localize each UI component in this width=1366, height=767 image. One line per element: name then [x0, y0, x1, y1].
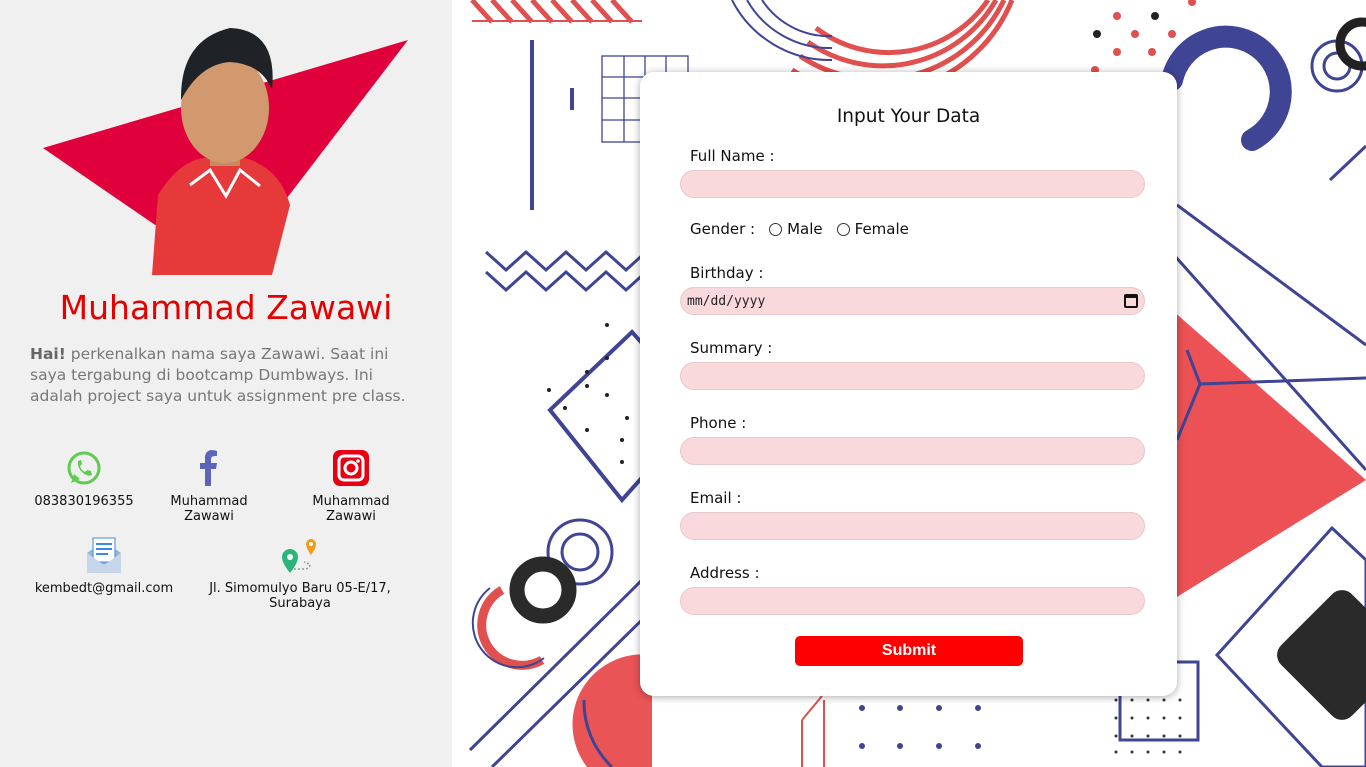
- birthday-label: Birthday :: [690, 264, 764, 282]
- profile-photo: [40, 20, 412, 280]
- phone-label: Phone :: [690, 414, 747, 432]
- bio-text: perkenalkan nama saya Zawawi. Saat ini s…: [30, 345, 406, 405]
- form-title: Input Your Data: [836, 106, 981, 127]
- contact-address[interactable]: Jl. Simomulyo Baru 05-E/17, Surabaya: [186, 535, 414, 611]
- contact-email[interactable]: kembedt@gmail.com: [34, 535, 174, 596]
- full-name-input[interactable]: [680, 170, 1145, 198]
- birthday-date-input[interactable]: mm/dd/yyyy: [680, 287, 1145, 315]
- bio-greeting: Hai!: [30, 345, 66, 363]
- phone-input[interactable]: [680, 437, 1145, 465]
- profile-bio: Hai! perkenalkan nama saya Zawawi. Saat …: [30, 344, 422, 407]
- birthday-placeholder: mm/dd/yyyy: [687, 293, 766, 309]
- contact-label: Muhammad Zawawi: [170, 494, 248, 524]
- map-pin-icon: [280, 535, 320, 575]
- profile-panel: Muhammad Zawawi Hai! perkenalkan nama sa…: [0, 0, 452, 767]
- contact-whatsapp[interactable]: 083830196355: [34, 448, 134, 509]
- facebook-icon: [189, 448, 229, 488]
- contact-facebook[interactable]: Muhammad Zawawi: [145, 448, 273, 524]
- calendar-icon[interactable]: [1124, 294, 1138, 308]
- contact-label: Muhammad Zawawi: [312, 494, 390, 524]
- email-icon: [84, 535, 124, 575]
- gender-male-label[interactable]: Male: [787, 220, 823, 238]
- gender-male-radio[interactable]: [769, 222, 783, 236]
- gender-group: Gender : Male Female: [690, 220, 909, 238]
- input-form-card: Input Your Data Full Name : Gender : Mal…: [640, 72, 1177, 696]
- whatsapp-icon: [64, 448, 104, 488]
- gender-female-label[interactable]: Female: [855, 220, 909, 238]
- address-input[interactable]: [680, 587, 1145, 615]
- profile-name: Muhammad Zawawi: [59, 288, 393, 327]
- contact-label: 083830196355: [34, 494, 134, 509]
- gender-female-radio[interactable]: [836, 222, 850, 236]
- full-name-label: Full Name :: [690, 147, 775, 165]
- contact-label: kembedt@gmail.com: [34, 581, 174, 596]
- submit-button[interactable]: Submit: [795, 636, 1023, 666]
- summary-label: Summary :: [690, 339, 773, 357]
- address-label: Address :: [690, 564, 760, 582]
- gender-label: Gender :: [690, 220, 756, 238]
- contact-label: Jl. Simomulyo Baru 05-E/17, Surabaya: [209, 581, 391, 611]
- instagram-icon: [331, 448, 371, 488]
- contact-instagram[interactable]: Muhammad Zawawi: [287, 448, 415, 524]
- summary-input[interactable]: [680, 362, 1145, 390]
- email-input[interactable]: [680, 512, 1145, 540]
- email-label: Email :: [690, 489, 742, 507]
